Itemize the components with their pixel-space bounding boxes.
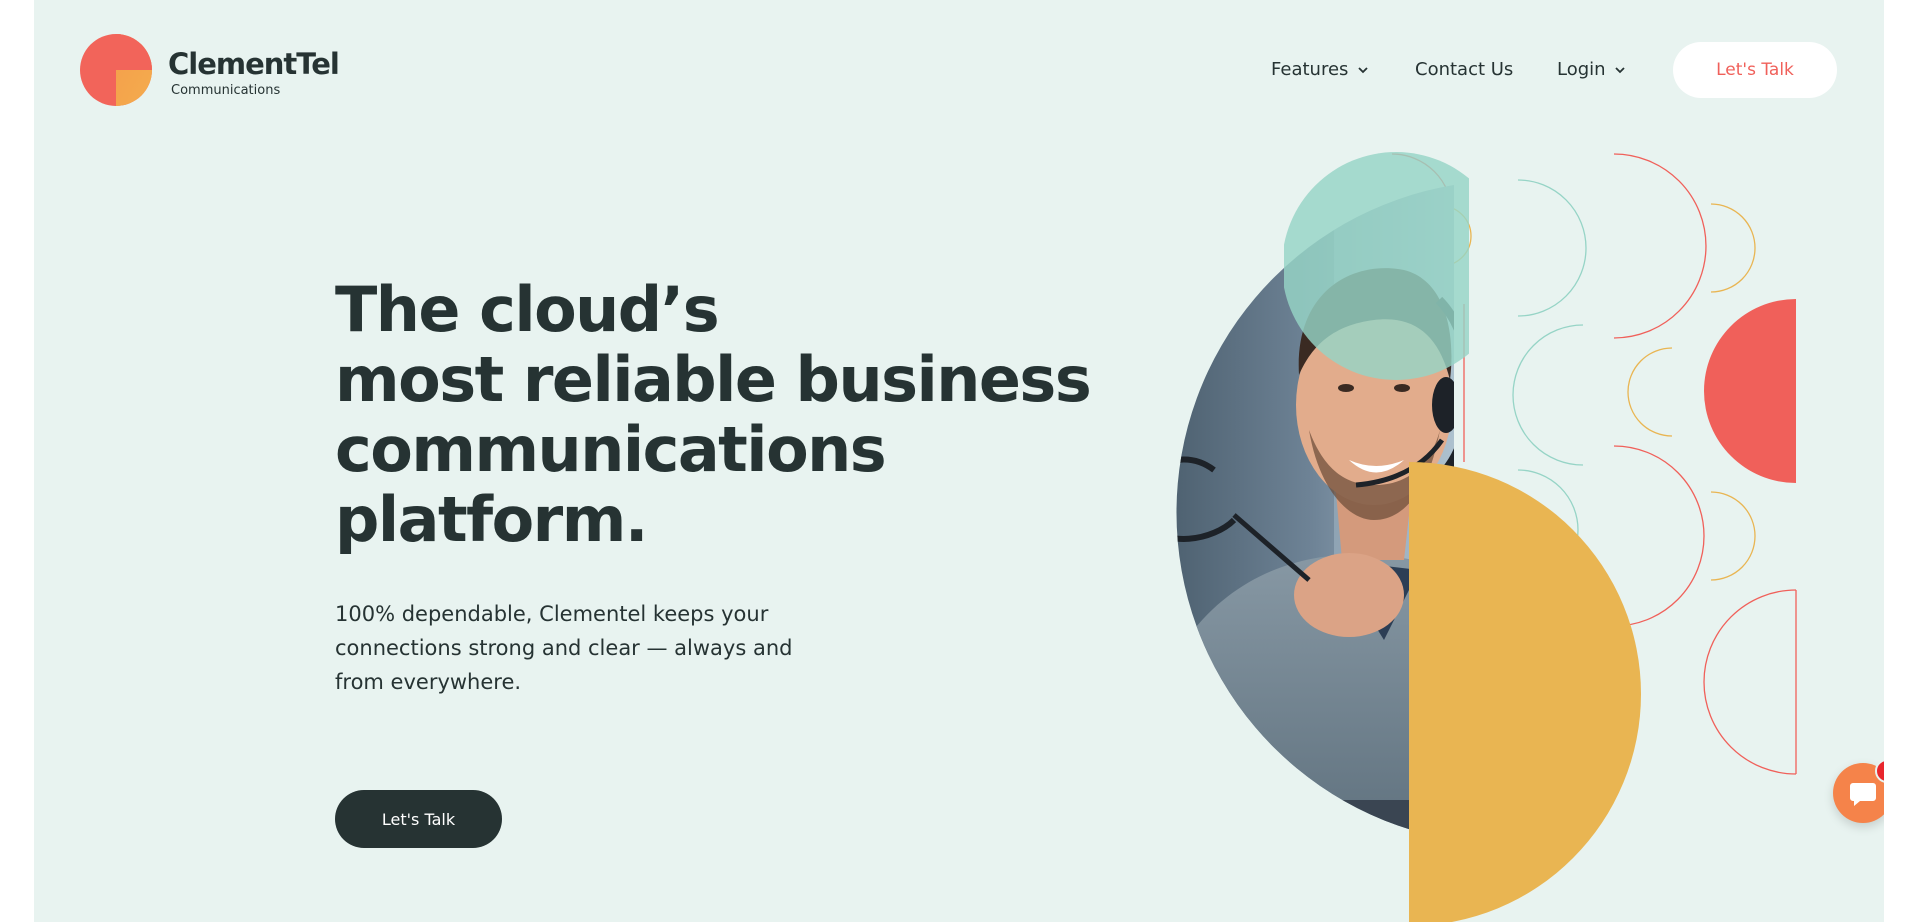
lets-talk-hero-button[interactable]: Let's Talk	[335, 790, 502, 848]
chevron-down-icon	[1358, 67, 1368, 74]
hero-title-line: platform.	[335, 483, 648, 556]
hero-title-line: communications	[335, 413, 887, 486]
hero-subtitle: 100% dependable, Clementel keeps your co…	[335, 602, 793, 694]
hero-title-line: most reliable business	[335, 343, 1092, 416]
hero-title: The cloud’s most reliable business commu…	[335, 275, 1095, 555]
lets-talk-nav-button[interactable]: Let's Talk	[1673, 42, 1837, 98]
coral-semicircle	[1704, 299, 1796, 483]
nav-item-label: Contact Us	[1415, 59, 1514, 80]
main-nav: Features Contact Us Login	[34, 42, 1884, 98]
hero-title-line: The cloud’s	[335, 273, 720, 346]
nav-item-login[interactable]: Login	[1557, 58, 1627, 82]
nav-item-label: Login	[1557, 59, 1606, 80]
nav-item-features[interactable]: Features	[1271, 58, 1370, 82]
mustard-semicircle	[1409, 462, 1641, 922]
chevron-down-icon	[1615, 67, 1625, 74]
nav-item-label: Features	[1271, 59, 1349, 80]
mint-quarter-circle	[1284, 152, 1469, 380]
hero-illustration	[1176, 152, 1797, 922]
nav-item-contact-us[interactable]: Contact Us	[1415, 58, 1513, 82]
chat-widget-button[interactable]: 1	[1833, 759, 1884, 823]
page: ClementTel Communications Features Conta…	[34, 0, 1884, 922]
